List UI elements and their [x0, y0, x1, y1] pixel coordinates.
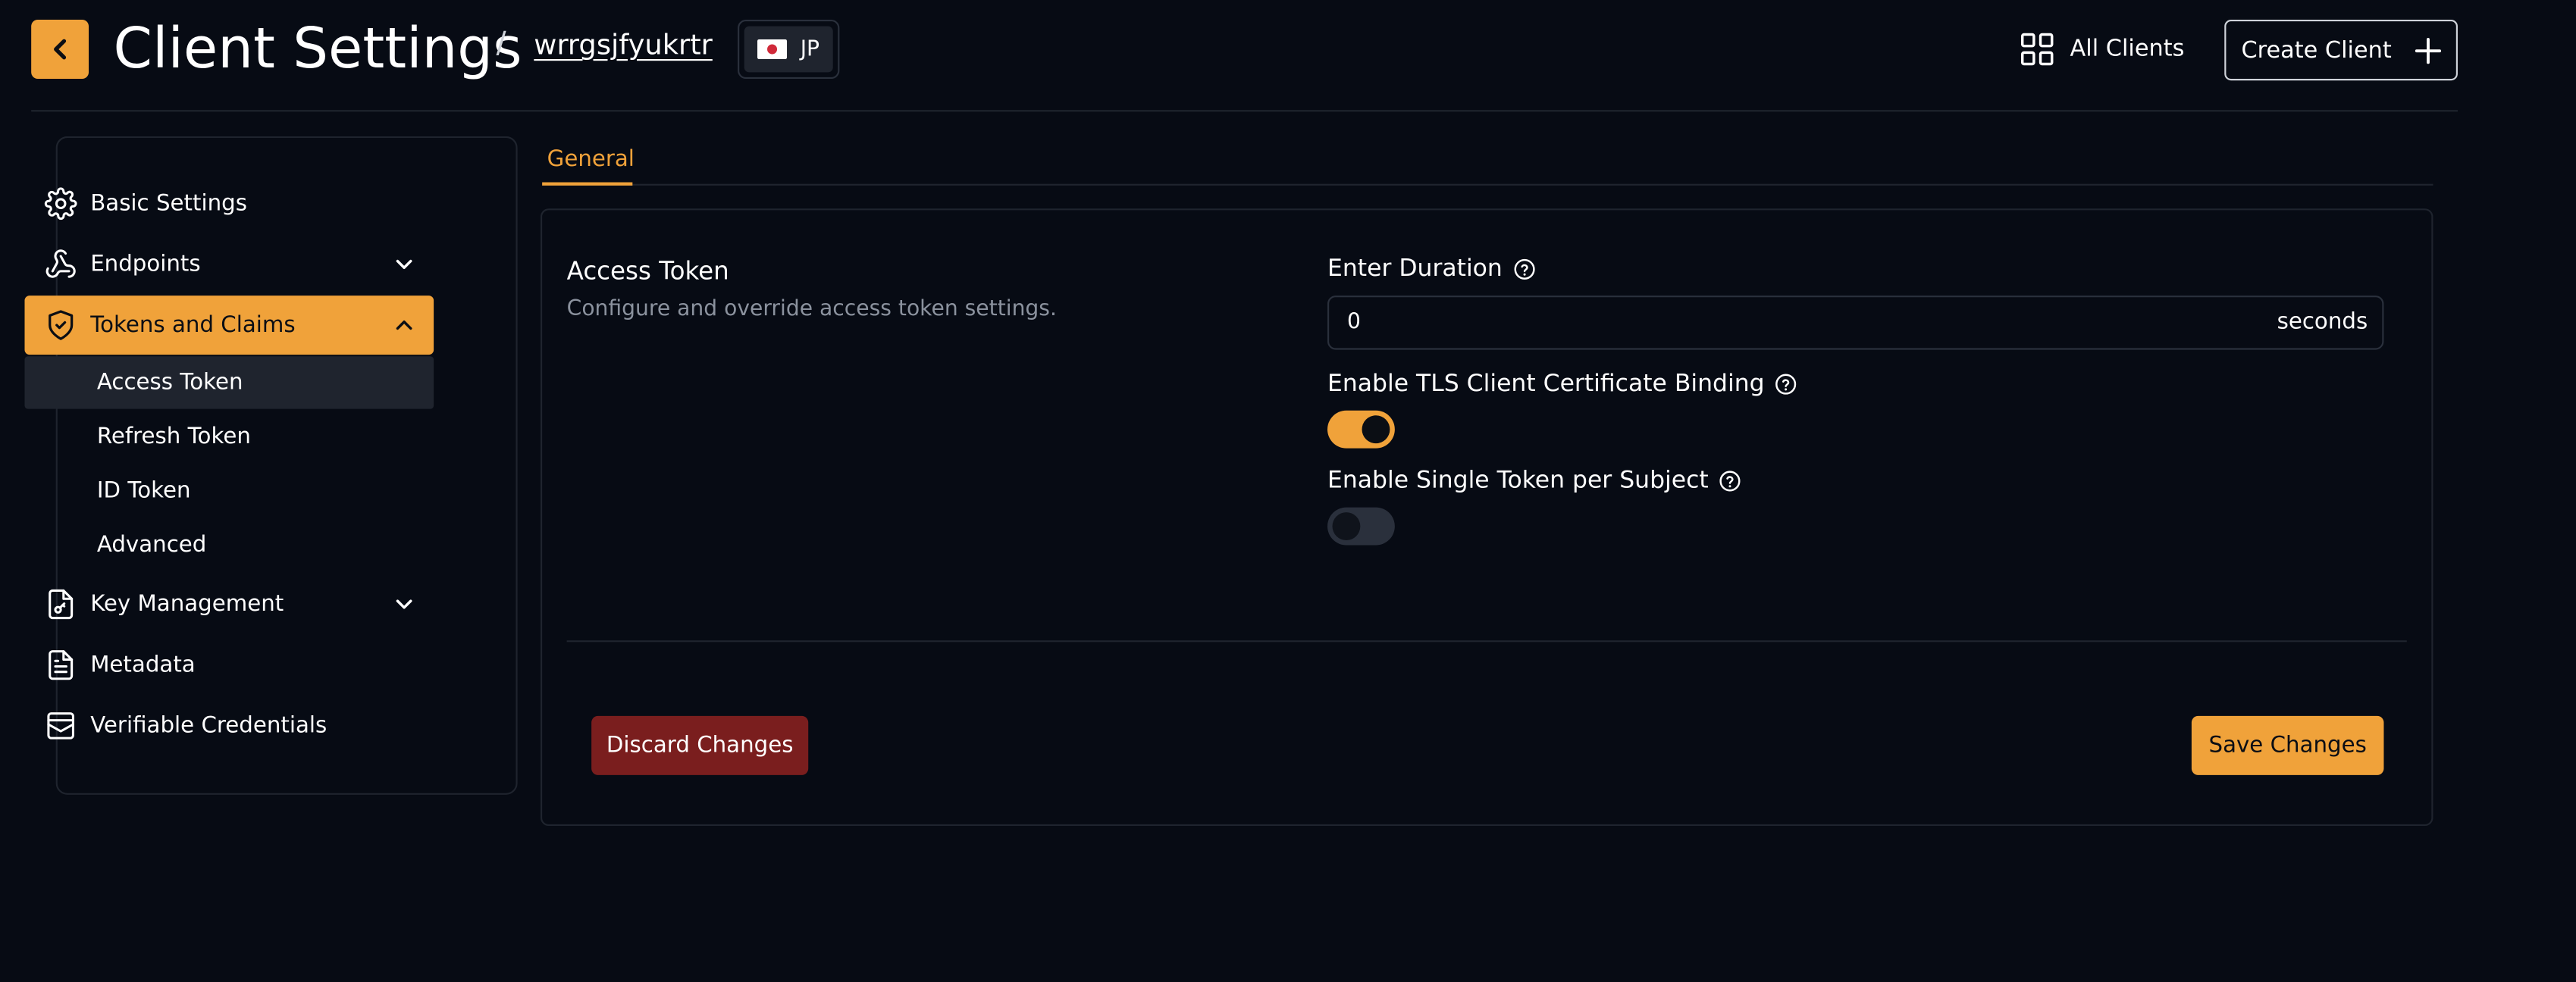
- tls-binding-toggle[interactable]: [1327, 410, 1395, 449]
- sidebar-item-verifiable-credentials[interactable]: Verifiable Credentials: [25, 696, 434, 755]
- sidebar-subitem-access-token[interactable]: Access Token: [24, 356, 434, 409]
- tls-binding-label-text: Enable TLS Client Certificate Binding: [1327, 371, 1765, 398]
- chevron-down-icon: [396, 599, 412, 609]
- duration-label-text: Enter Duration: [1327, 256, 1503, 283]
- section-description: Configure and override access token sett…: [566, 297, 1057, 322]
- save-changes-button[interactable]: Save Changes: [2191, 715, 2384, 775]
- header-divider: [31, 110, 2458, 112]
- tab-bar-divider: [542, 183, 2433, 186]
- help-circle-icon[interactable]: [1512, 258, 1535, 280]
- sidebar-subitem-id-token[interactable]: ID Token: [25, 464, 434, 517]
- sidebar-item-label: Basic Settings: [90, 190, 247, 217]
- single-token-label: Enable Single Token per Subject: [1327, 468, 1741, 495]
- sidebar-subitem-refresh-token[interactable]: Refresh Token: [25, 411, 434, 463]
- duration-unit: seconds: [2277, 308, 2368, 336]
- region-code: JP: [800, 36, 820, 62]
- duration-input[interactable]: [1327, 296, 2384, 350]
- back-button[interactable]: [31, 20, 89, 80]
- file-text-icon: [42, 647, 79, 683]
- sidebar-item-label: Metadata: [90, 652, 196, 679]
- sidebar-item-label: Tokens and Claims: [90, 311, 296, 339]
- create-client-button[interactable]: Create Client: [2224, 20, 2458, 81]
- chevron-left-icon: [52, 39, 66, 60]
- credential-icon: [42, 708, 79, 744]
- sidebar-item-basic-settings[interactable]: Basic Settings: [25, 174, 434, 233]
- toggle-knob: [1332, 512, 1361, 540]
- panel-divider: [566, 640, 2407, 643]
- create-client-label: Create Client: [2241, 36, 2392, 64]
- region-selector[interactable]: JP: [738, 20, 840, 80]
- discard-changes-button[interactable]: Discard Changes: [591, 715, 809, 775]
- sidebar-item-label: Key Management: [90, 591, 284, 618]
- gear-icon: [42, 186, 79, 222]
- single-token-toggle[interactable]: [1327, 507, 1395, 546]
- help-circle-icon[interactable]: [1719, 470, 1741, 493]
- section-title: Access Token: [566, 256, 729, 286]
- tab-general[interactable]: General: [547, 146, 635, 173]
- all-clients-link[interactable]: All Clients: [2020, 33, 2185, 66]
- help-circle-icon[interactable]: [1775, 373, 1797, 396]
- sidebar-item-key-management[interactable]: Key Management: [25, 574, 434, 633]
- chevron-down-icon: [396, 259, 412, 269]
- sidebar-item-endpoints[interactable]: Endpoints: [25, 235, 434, 294]
- sidebar-item-label: Verifiable Credentials: [90, 712, 327, 740]
- page-title: Client Settings: [113, 16, 522, 83]
- plus-icon: [2415, 36, 2441, 64]
- webhook-icon: [42, 246, 79, 283]
- shield-check-icon: [42, 307, 79, 343]
- toggle-knob: [1362, 415, 1390, 444]
- sidebar-item-metadata[interactable]: Metadata: [25, 636, 434, 695]
- breadcrumb-separator: /: [496, 26, 506, 61]
- tls-binding-label: Enable TLS Client Certificate Binding: [1327, 371, 1797, 398]
- sidebar-item-label: Endpoints: [90, 251, 201, 278]
- single-token-label-text: Enable Single Token per Subject: [1327, 468, 1709, 495]
- sidebar-subitem-advanced[interactable]: Advanced: [25, 519, 434, 571]
- file-key-icon: [42, 586, 79, 623]
- client-id-link[interactable]: wrrgsjfyukrtr: [534, 30, 713, 62]
- page-root: Client Settings / wrrgsjfyukrtr JP All C…: [0, 0, 2576, 982]
- region-badge: JP: [744, 26, 833, 73]
- japan-flag-icon: [757, 39, 788, 60]
- tab-active-indicator: [542, 182, 633, 186]
- sidebar-item-tokens-and-claims[interactable]: Tokens and Claims: [24, 296, 434, 355]
- duration-label: Enter Duration: [1327, 256, 1535, 283]
- header: Client Settings / wrrgsjfyukrtr JP All C…: [0, 0, 2576, 112]
- chevron-up-icon: [396, 321, 412, 330]
- all-clients-label: All Clients: [2070, 36, 2185, 63]
- grid-icon: [2020, 33, 2054, 66]
